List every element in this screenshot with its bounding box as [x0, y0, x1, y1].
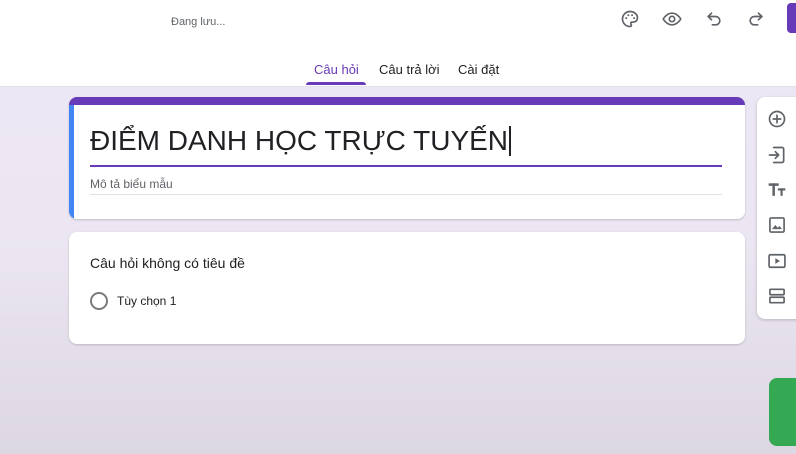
focus-indicator-bar [69, 105, 74, 219]
green-floating-button[interactable] [769, 378, 796, 446]
undo-icon[interactable] [701, 6, 727, 32]
form-title-card: ĐIỂM DANH HỌC TRỰC TUYẾN Mô tả biểu mẫu [69, 97, 745, 219]
question-card[interactable]: Câu hỏi không có tiêu đề Tùy chọn 1 [69, 232, 745, 344]
form-description-input[interactable]: Mô tả biểu mẫu [90, 177, 722, 195]
section-icon[interactable] [765, 284, 789, 308]
question-title[interactable]: Câu hỏi không có tiêu đề [90, 255, 245, 271]
text-cursor [509, 126, 511, 156]
tab-questions[interactable]: Câu hỏi [314, 62, 359, 77]
active-tab-indicator [306, 82, 366, 85]
tab-responses[interactable]: Câu trả lời [379, 62, 440, 77]
tab-settings[interactable]: Cài đặt [458, 62, 499, 77]
video-icon[interactable] [765, 249, 789, 273]
saving-status: Đang lưu... [171, 16, 226, 28]
form-title-text: ĐIỂM DANH HỌC TRỰC TUYẾN [90, 125, 509, 156]
title-text-icon[interactable] [765, 178, 789, 202]
eye-icon[interactable] [659, 6, 685, 32]
question-option: Tùy chọn 1 [90, 292, 176, 310]
form-tabs: Câu hỏi Câu trả lời Cài đặt [0, 52, 796, 87]
app-header: Đang lưu... Câu hỏi Câu trả lời Cài đặt [0, 0, 796, 87]
form-title-input[interactable]: ĐIỂM DANH HỌC TRỰC TUYẾN [90, 125, 722, 167]
palette-icon[interactable] [617, 6, 643, 32]
title-card-accent-bar [69, 97, 745, 105]
floating-toolbar [757, 97, 796, 319]
option-label: Tùy chọn 1 [117, 294, 177, 308]
radio-button[interactable] [90, 292, 108, 310]
send-button[interactable] [787, 3, 796, 33]
import-icon[interactable] [765, 143, 789, 167]
add-circle-icon[interactable] [765, 107, 789, 131]
redo-icon[interactable] [743, 6, 769, 32]
header-logo-area [0, 0, 168, 44]
image-icon[interactable] [765, 213, 789, 237]
